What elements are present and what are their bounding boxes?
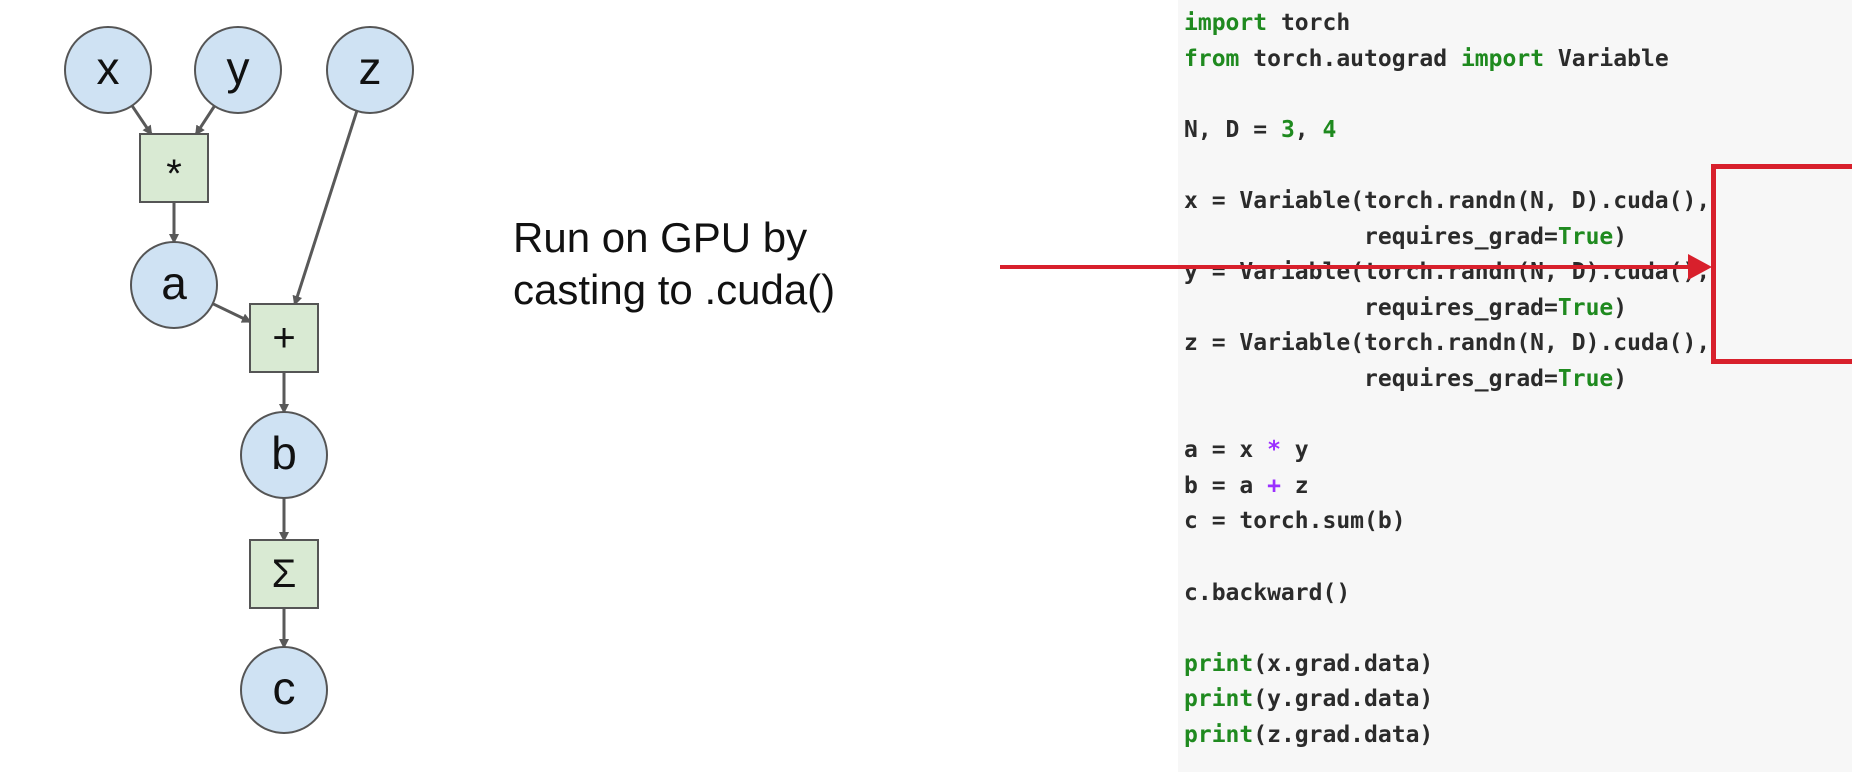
code-token: import: [1460, 45, 1545, 72]
code-token: b = a: [1184, 472, 1268, 499]
code-line-1: import torch: [1184, 6, 1710, 42]
code-token: print: [1184, 686, 1254, 713]
edge-x-to-mul: [130, 104, 153, 136]
code-token: a = x: [1184, 437, 1268, 464]
op-mul-label: *: [166, 152, 182, 196]
code-token: z = Variable(torch.randn(N, D).cuda(),: [1184, 330, 1711, 357]
op-add-label: +: [272, 316, 295, 360]
code-token: ): [1613, 365, 1628, 392]
code-line-4: N, D = 3, 4: [1184, 113, 1710, 149]
code-line-13: a = x * y: [1184, 433, 1710, 469]
code-token: (y.grad.data): [1253, 686, 1434, 713]
annotation-arrowhead: [1688, 254, 1712, 280]
code-token: from: [1184, 45, 1240, 72]
code-token: N, D =: [1184, 116, 1281, 143]
caption-line-1: Run on GPU by: [513, 214, 808, 261]
code-token: import: [1184, 10, 1268, 36]
code-token: Variable: [1544, 45, 1669, 72]
code-panel: import torch from torch.autograd import V…: [1178, 0, 1852, 772]
cuda-highlight-box: [1711, 164, 1852, 364]
code-token: x = Variable(torch.randn(N, D).cuda(),: [1184, 187, 1711, 214]
node-x-label: x: [97, 42, 120, 94]
code-line-10: z = Variable(torch.randn(N, D).cuda(),: [1184, 326, 1710, 362]
node-z-label: z: [359, 42, 382, 94]
code-line-20: print(y.grad.data): [1184, 682, 1710, 718]
code-token: requires_grad=: [1184, 365, 1558, 392]
edge-y-to-mul: [194, 105, 216, 136]
edge-z-to-add: [292, 110, 359, 306]
graph-nodes: x y z a b c * + Σ: [64, 26, 414, 734]
code-token: print: [1184, 721, 1254, 748]
code-token: torch: [1267, 10, 1351, 36]
code-token: (z.grad.data): [1253, 721, 1434, 748]
caption: Run on GPU by casting to .cuda(): [513, 212, 933, 316]
code-line-14: b = a + z: [1184, 469, 1710, 505]
node-b-label: b: [271, 427, 297, 479]
code-token: 3: [1280, 116, 1295, 143]
code-token: print: [1184, 650, 1254, 677]
code-token: +: [1267, 472, 1281, 499]
node-c-label: c: [273, 662, 296, 714]
node-a-label: a: [161, 257, 187, 309]
code-line-15: c = torch.sum(b): [1184, 504, 1710, 540]
code-token: z: [1280, 472, 1309, 499]
code-token: ,: [1294, 116, 1323, 143]
code-token: *: [1267, 437, 1281, 464]
op-sum-label: Σ: [272, 552, 297, 596]
code-line-6: x = Variable(torch.randn(N, D).cuda(),: [1184, 184, 1710, 220]
annotation-arrow: [1000, 254, 1712, 280]
code-line-11: requires_grad=True): [1184, 362, 1710, 398]
code-line-19: print(x.grad.data): [1184, 647, 1710, 683]
code-listing: import torch from torch.autograd import V…: [1178, 6, 1710, 753]
code-line-17: c.backward(): [1184, 576, 1710, 612]
code-token: 4: [1322, 116, 1337, 143]
code-token: torch.autograd: [1239, 45, 1461, 72]
code-token: True: [1557, 365, 1614, 392]
code-token: c = torch.sum(b): [1184, 508, 1406, 535]
computational-graph: x y z a b c * + Σ: [64, 26, 414, 734]
code-token: y: [1280, 437, 1309, 464]
caption-line-2: casting to .cuda(): [513, 266, 836, 313]
code-token: (x.grad.data): [1253, 650, 1434, 677]
code-line-21: print(z.grad.data): [1184, 718, 1710, 754]
node-y-label: y: [227, 42, 250, 94]
code-token: c.backward(): [1184, 579, 1351, 606]
code-line-2: from torch.autograd import Variable: [1184, 42, 1710, 78]
edge-a-to-add: [212, 302, 252, 323]
